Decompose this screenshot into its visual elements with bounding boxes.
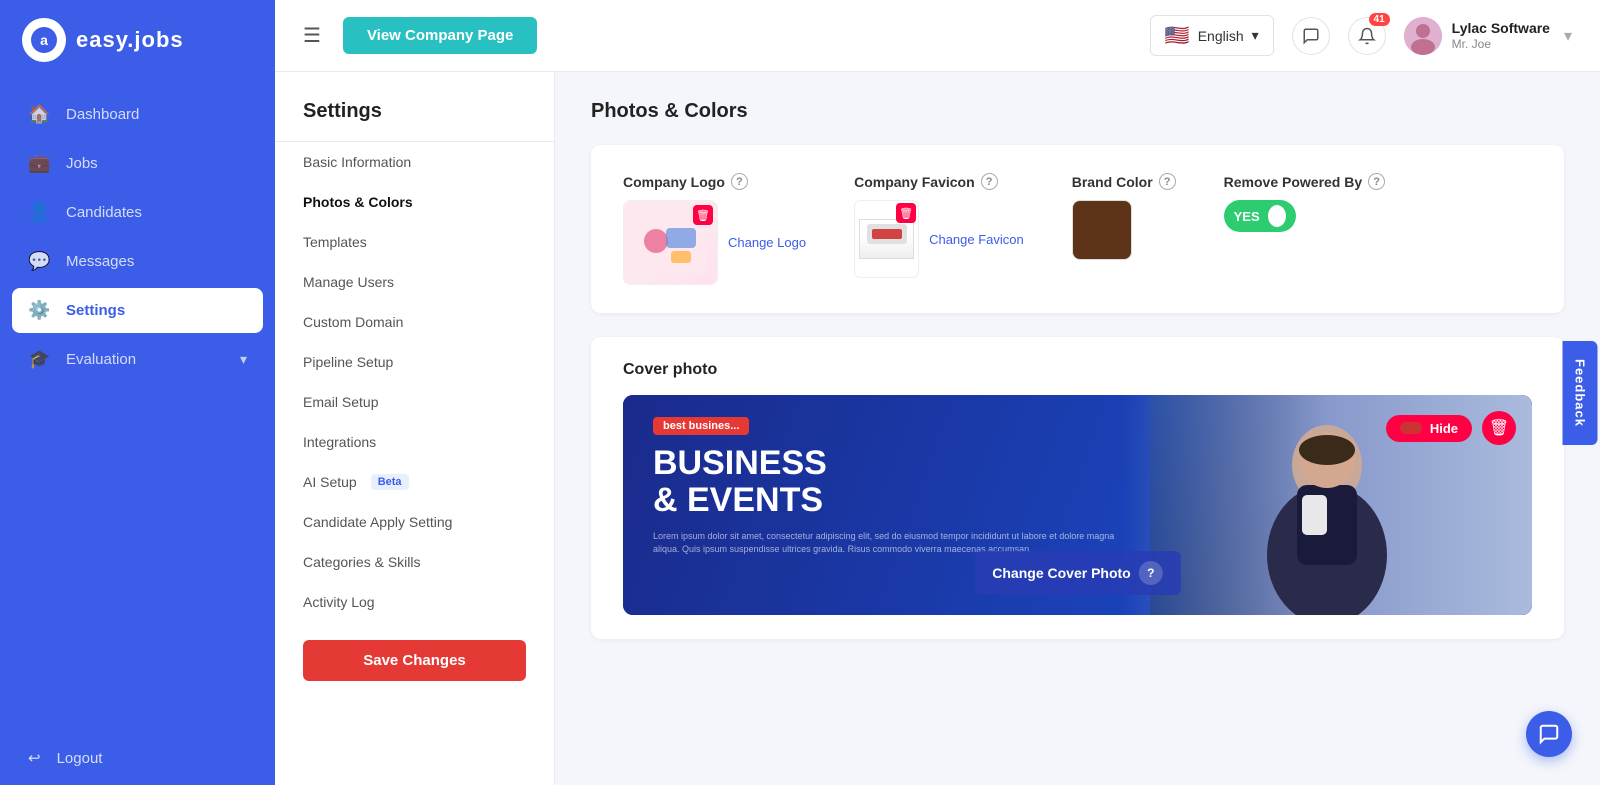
evaluation-icon: 🎓: [28, 349, 50, 370]
hide-button[interactable]: Hide: [1386, 415, 1472, 442]
photos-row: Company Logo ?: [623, 173, 1532, 285]
topbar-right: 🇺🇸 English ▾ 41: [1150, 15, 1572, 56]
logout-icon: ↩: [28, 749, 41, 767]
change-favicon-link[interactable]: Change Favicon: [929, 232, 1024, 247]
language-label: English: [1198, 28, 1244, 44]
remove-powered-by-help-icon[interactable]: ?: [1368, 173, 1385, 190]
candidates-icon: 👤: [28, 202, 50, 223]
hide-toggle: [1400, 422, 1422, 434]
change-cover-help-icon: ?: [1139, 561, 1163, 585]
sidebar-item-jobs[interactable]: 💼 Jobs: [0, 139, 275, 188]
settings-nav-templates[interactable]: Templates: [275, 222, 554, 262]
settings-nav-candidate-apply[interactable]: Candidate Apply Setting: [275, 502, 554, 542]
cover-heading: BUSINESS & EVENTS: [653, 445, 1120, 520]
sidebar-item-dashboard[interactable]: 🏠 Dashboard: [0, 90, 275, 139]
user-company: Lylac Software: [1452, 19, 1550, 37]
photos-colors-card: Company Logo ?: [591, 145, 1564, 313]
logo-icon: a: [22, 18, 66, 62]
favicon-delete-button[interactable]: 🗑: [896, 203, 916, 223]
feedback-tab[interactable]: Feedback: [1563, 341, 1598, 445]
user-chevron: ▾: [1564, 26, 1572, 46]
topbar: ☰ View Company Page 🇺🇸 English ▾ 41: [275, 0, 1600, 72]
brand-color-help-icon[interactable]: ?: [1159, 173, 1176, 190]
home-icon: 🏠: [28, 104, 50, 125]
settings-nav-manage-users[interactable]: Manage Users: [275, 262, 554, 302]
sidebar-item-candidates[interactable]: 👤 Candidates: [0, 188, 275, 237]
chat-bubble-button[interactable]: [1526, 711, 1572, 757]
lang-chevron: ▾: [1252, 27, 1259, 44]
chat-icon-button[interactable]: [1292, 17, 1330, 55]
flag-icon: 🇺🇸: [1165, 23, 1190, 48]
sidebar-item-evaluation[interactable]: 🎓 Evaluation ▾: [0, 335, 275, 384]
beta-badge: Beta: [371, 474, 409, 490]
settings-nav-photos-colors[interactable]: Photos & Colors: [275, 182, 554, 222]
cover-image: best busines... BUSINESS & EVENTS Lorem …: [623, 395, 1532, 615]
logout-button[interactable]: ↩ Logout: [0, 731, 275, 785]
user-profile[interactable]: Lylac Software Mr. Joe ▾: [1404, 17, 1572, 55]
svg-text:a: a: [40, 32, 48, 48]
settings-nav-email-setup[interactable]: Email Setup: [275, 382, 554, 422]
notification-button[interactable]: 41: [1348, 17, 1386, 55]
user-names: Lylac Software Mr. Joe: [1452, 19, 1550, 53]
save-changes-button[interactable]: Save Changes: [303, 640, 526, 681]
favicon-inner: [859, 219, 914, 259]
cover-top-actions: Hide 🗑: [1386, 411, 1516, 445]
settings-title: Settings: [275, 100, 554, 141]
toggle-container: YES: [1224, 200, 1386, 232]
company-favicon-preview: 🗑: [854, 200, 919, 278]
notification-badge: 41: [1369, 13, 1390, 26]
main-area: ☰ View Company Page 🇺🇸 English ▾ 41: [275, 0, 1600, 785]
change-logo-link[interactable]: Change Logo: [728, 235, 806, 250]
change-cover-button[interactable]: Change Cover Photo ?: [974, 551, 1180, 595]
language-selector[interactable]: 🇺🇸 English ▾: [1150, 15, 1274, 56]
cover-tag: best busines...: [653, 417, 749, 435]
toggle-knob: [1268, 205, 1286, 227]
cover-person-svg: [1247, 395, 1407, 615]
company-favicon-help-icon[interactable]: ?: [981, 173, 998, 190]
company-logo-help-icon[interactable]: ?: [731, 173, 748, 190]
content-area: Settings Basic Information Photos & Colo…: [275, 72, 1600, 785]
company-logo-label: Company Logo ?: [623, 173, 806, 190]
user-role: Mr. Joe: [1452, 37, 1550, 53]
brand-color-label: Brand Color ?: [1072, 173, 1176, 190]
logo-delete-button[interactable]: 🗑: [693, 205, 713, 225]
settings-nav-pipeline-setup[interactable]: Pipeline Setup: [275, 342, 554, 382]
sidebar-item-settings[interactable]: ⚙️ Settings: [12, 288, 263, 333]
settings-nav-ai-setup[interactable]: AI Setup Beta: [275, 462, 554, 502]
messages-icon: 💬: [28, 251, 50, 272]
brand-color-col: Brand Color ?: [1072, 173, 1176, 260]
remove-powered-by-label: Remove Powered By ?: [1224, 173, 1386, 190]
user-avatar: [1404, 17, 1442, 55]
company-favicon-label: Company Favicon ?: [854, 173, 1024, 190]
remove-powered-by-col: Remove Powered By ? YES: [1224, 173, 1386, 232]
settings-icon: ⚙️: [28, 300, 50, 321]
cover-overlay-bottom: Change Cover Photo ?: [623, 595, 1532, 615]
sidebar-navigation: 🏠 Dashboard 💼 Jobs 👤 Candidates 💬 Messag…: [0, 80, 275, 731]
jobs-icon: 💼: [28, 153, 50, 174]
settings-nav-integrations[interactable]: Integrations: [275, 422, 554, 462]
brand-color-swatch[interactable]: [1072, 200, 1132, 260]
view-company-button[interactable]: View Company Page: [343, 17, 537, 54]
settings-nav-activity-log[interactable]: Activity Log: [275, 582, 554, 622]
sidebar-item-messages[interactable]: 💬 Messages: [0, 237, 275, 286]
remove-powered-by-toggle[interactable]: YES: [1224, 200, 1296, 232]
cover-delete-button[interactable]: 🗑: [1482, 411, 1516, 445]
company-favicon-col: Company Favicon ?: [854, 173, 1024, 278]
settings-sidebar: Settings Basic Information Photos & Colo…: [275, 72, 555, 785]
photos-colors-title: Photos & Colors: [591, 100, 1564, 123]
settings-nav-categories-skills[interactable]: Categories & Skills: [275, 542, 554, 582]
evaluation-chevron: ▾: [240, 351, 247, 368]
company-logo-col: Company Logo ?: [623, 173, 806, 285]
cover-photo-section: Cover photo best busines... BUSINESS & E…: [591, 337, 1564, 639]
app-name: easy.jobs: [76, 27, 184, 53]
company-logo-preview: 🗑: [623, 200, 718, 285]
hamburger-icon[interactable]: ☰: [303, 23, 321, 48]
main-content: Photos & Colors Company Logo ?: [555, 72, 1600, 785]
cover-photo-title: Cover photo: [623, 361, 1532, 379]
settings-nav-basic-information[interactable]: Basic Information: [275, 142, 554, 182]
sidebar-logo: a easy.jobs: [0, 0, 275, 80]
settings-nav-custom-domain[interactable]: Custom Domain: [275, 302, 554, 342]
sidebar: a easy.jobs 🏠 Dashboard 💼 Jobs 👤 Candida…: [0, 0, 275, 785]
